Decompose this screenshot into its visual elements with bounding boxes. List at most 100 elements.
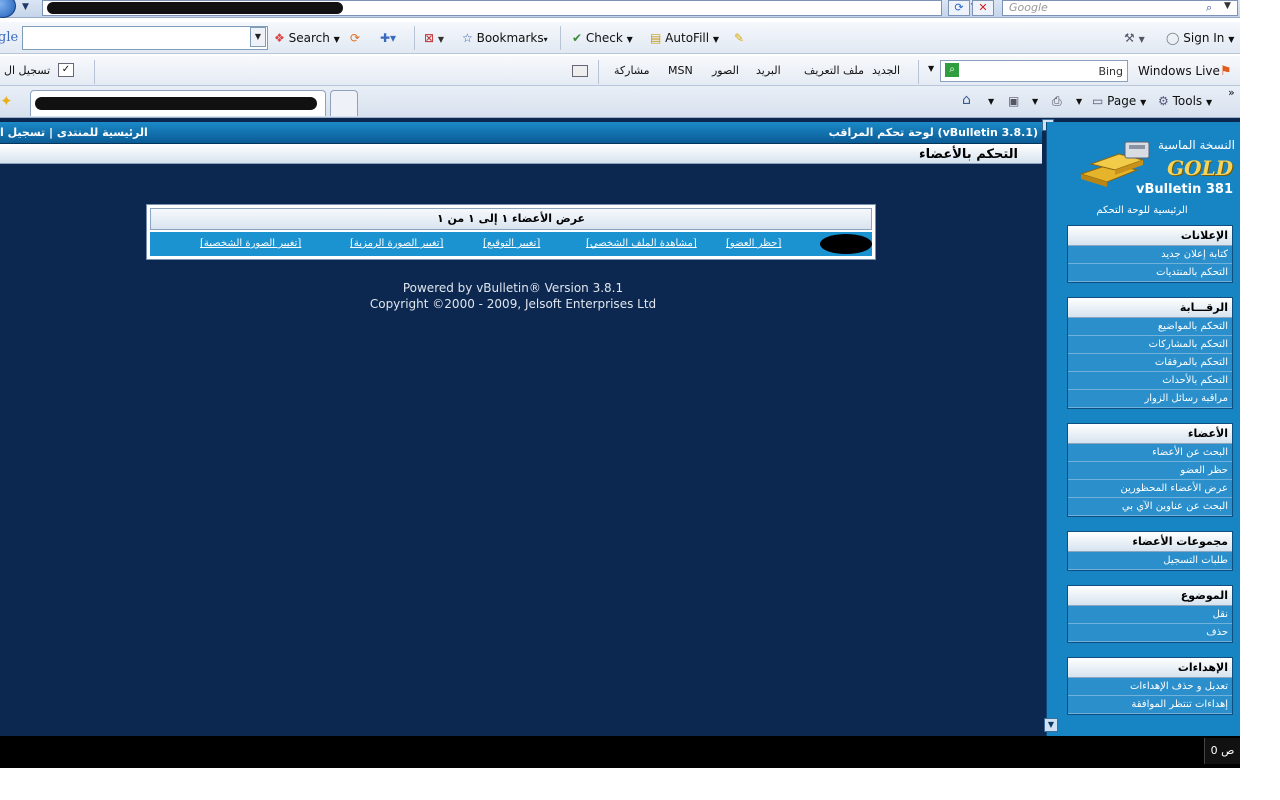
tools-menu-button[interactable]: ⚙ Tools ▼ bbox=[1158, 94, 1212, 108]
dropdown-icon: ▼ bbox=[333, 35, 340, 44]
home-dropdown-icon[interactable]: ▼ bbox=[988, 97, 994, 106]
sidebar-item-pending-dedications[interactable]: إهداءات تنتظر الموافقة bbox=[1068, 696, 1232, 714]
checkbox-icon[interactable]: ✓ bbox=[58, 63, 74, 77]
redacted-username bbox=[820, 234, 872, 254]
view-profile-link[interactable]: [مشاهدة الملف الشخصي] bbox=[586, 238, 697, 249]
change-avatar-link[interactable]: [تغيير الصورة الرمزية] bbox=[350, 238, 443, 249]
sidebar-item-move[interactable]: نقل bbox=[1068, 606, 1232, 624]
print-icon[interactable]: ⎙ bbox=[1052, 94, 1062, 109]
sidebar-item-banned-users[interactable]: عرض الأعضاء المحظورين bbox=[1068, 480, 1232, 498]
search-people-icon: ❖ bbox=[274, 31, 285, 45]
sidebar-item-manage-events[interactable]: التحكم بالأحداث bbox=[1068, 372, 1232, 390]
address-bar: ▼ ▼ ⟳ ✕ Google ⌕ ▼ bbox=[0, 0, 1240, 18]
sidebar-item-ban-user[interactable]: حظر العضو bbox=[1068, 462, 1232, 480]
sidebar-group-title[interactable]: مجموعات الأعضاء bbox=[1068, 532, 1232, 552]
live-link-mail[interactable]: البريد bbox=[756, 64, 781, 77]
sidebar-group-title[interactable]: الإعلانات bbox=[1068, 226, 1232, 246]
spell-check-icon: ✔ bbox=[572, 31, 583, 45]
sidebar-item-manage-forums[interactable]: التحكم بالمنتديات bbox=[1068, 264, 1232, 282]
highlighter-icon[interactable]: ✎ bbox=[734, 31, 744, 45]
google-search-dropdown-icon[interactable]: ▼ bbox=[250, 27, 266, 47]
vbulletin-gold-logo: النسخة الماسية GOLD vBulletin 381 bbox=[1071, 126, 1239, 202]
toolbar-separator bbox=[94, 60, 95, 84]
sidebar-item-new-announcement[interactable]: كتابة إعلان جديد bbox=[1068, 246, 1232, 264]
sign-in-button[interactable]: ◯ Sign In ▼ bbox=[1166, 31, 1234, 45]
chevron-more-icon[interactable]: » bbox=[1228, 86, 1235, 99]
sidebar-item-manage-attachments[interactable]: التحكم بالمرفقات bbox=[1068, 354, 1232, 372]
autofill-button[interactable]: ▤ AutoFill ▼ bbox=[650, 31, 719, 45]
bing-dropdown-icon[interactable]: ▼ bbox=[928, 64, 934, 73]
cp-home-link[interactable]: الرئيسية للوحة التحكم bbox=[1052, 205, 1232, 216]
wrench-icon[interactable]: ⚒ ▼ bbox=[1124, 31, 1145, 45]
sidebar-item-join-requests[interactable]: طلبات التسجيل bbox=[1068, 552, 1232, 570]
gear-icon: ⚙ bbox=[1158, 94, 1169, 108]
ban-user-link[interactable]: [حظر العضو] bbox=[726, 238, 781, 249]
new-tab-button[interactable] bbox=[330, 90, 358, 116]
url-input[interactable]: ▼ bbox=[42, 0, 978, 16]
toolbar-separator bbox=[598, 60, 599, 84]
active-tab[interactable] bbox=[30, 90, 326, 116]
sidebar-group-title[interactable]: الأعضاء bbox=[1068, 424, 1232, 444]
results-table: عرض الأعضاء ١ إلى ١ من ١ [حظر العضو] [مش… bbox=[146, 204, 876, 260]
change-signature-link[interactable]: [تغيير التوقيع] bbox=[483, 238, 540, 249]
results-header: عرض الأعضاء ١ إلى ١ من ١ bbox=[150, 208, 872, 230]
favorites-star-icon[interactable]: ✦ bbox=[0, 92, 13, 110]
sidebar-item-manage-posts[interactable]: التحكم بالمشاركات bbox=[1068, 336, 1232, 354]
live-link-msn[interactable]: MSN bbox=[668, 64, 693, 77]
google-search-button[interactable]: ❖ Search ▼ bbox=[274, 31, 340, 45]
sidebar-item-manage-threads[interactable]: التحكم بالمواضيع bbox=[1068, 318, 1232, 336]
sidebar-group-title[interactable]: الإهداءات bbox=[1068, 658, 1232, 678]
live-link-photos[interactable]: الصور bbox=[712, 64, 739, 77]
change-profile-picture-link[interactable]: [تغيير الصورة الشخصية] bbox=[200, 238, 301, 249]
powered-line-1: Powered by vBulletin® Version 3.8.1 bbox=[402, 281, 624, 295]
share-icon[interactable] bbox=[572, 65, 588, 77]
web-search-input[interactable]: Google bbox=[1002, 0, 1238, 16]
bing-search-icon[interactable]: ⌕ bbox=[945, 63, 959, 77]
popup-blocker-icon[interactable]: ⊠ ▼ bbox=[424, 31, 444, 45]
plus-icon[interactable]: ✚▾ bbox=[380, 31, 396, 45]
page-icon: ▭ bbox=[1092, 94, 1104, 108]
register-link[interactable]: تسجيل ال bbox=[4, 64, 50, 77]
sidebar-item-delete[interactable]: حذف bbox=[1068, 624, 1232, 642]
live-link-share[interactable]: مشاركة bbox=[614, 64, 650, 77]
sidebar-group-title[interactable]: الرقـــابة bbox=[1068, 298, 1232, 318]
bookmarks-button[interactable]: ☆ Bookmarks▾ bbox=[462, 31, 548, 45]
sidebar-group-title[interactable]: الموضوع bbox=[1068, 586, 1232, 606]
back-button[interactable] bbox=[0, 0, 16, 18]
vbulletin-page: الرئيسية للمنتدى | تسجيل ا لوحة تحكم الم… bbox=[0, 118, 1240, 736]
google-search-label: Search bbox=[288, 31, 330, 45]
search-dropdown-icon[interactable]: ▼ bbox=[1224, 1, 1231, 11]
sidebar-item-edit-dedications[interactable]: تعديل و حذف الإهداءات bbox=[1068, 678, 1232, 696]
star-icon: ☆ bbox=[462, 31, 473, 45]
autofill-label: AutoFill bbox=[665, 31, 710, 45]
google-logo: gle bbox=[0, 30, 19, 45]
page-menu-button[interactable]: ▭ Page ▼ bbox=[1092, 94, 1146, 108]
history-dropdown-icon[interactable]: ▼ bbox=[22, 2, 36, 16]
taskbar: ص 0 bbox=[0, 736, 1240, 768]
screen: ▼ ▼ ⟳ ✕ Google ⌕ ▼ gle ▼ ❖ Search ▼ ⟳ ✚▾… bbox=[0, 0, 1280, 800]
stop-button[interactable]: ✕ bbox=[972, 0, 994, 16]
pagerank-icon[interactable]: ⟳ bbox=[350, 31, 360, 45]
windows-live-label[interactable]: Windows Live bbox=[1138, 64, 1220, 78]
redacted-url bbox=[47, 2, 343, 14]
google-search-input[interactable] bbox=[22, 26, 268, 50]
print-dropdown-icon[interactable]: ▼ bbox=[1076, 97, 1082, 106]
home-icon[interactable]: ⌂ bbox=[962, 92, 971, 108]
scroll-down-icon[interactable]: ▼ bbox=[1044, 718, 1058, 732]
live-link-new[interactable]: الجديد bbox=[872, 64, 900, 77]
live-link-profile[interactable]: ملف التعريف bbox=[804, 64, 864, 77]
spell-check-button[interactable]: ✔ Check ▼ bbox=[572, 31, 633, 45]
search-icon[interactable]: ⌕ bbox=[1206, 1, 1212, 15]
bing-search-input[interactable]: ⌕ Bing bbox=[940, 60, 1128, 82]
taskbar-clock: ص 0 bbox=[1204, 738, 1240, 764]
sidebar-item-search-ip[interactable]: البحث عن عناوين الآي بي bbox=[1068, 498, 1232, 516]
sidebar-item-search-members[interactable]: البحث عن الأعضاء bbox=[1068, 444, 1232, 462]
forum-home-links[interactable]: الرئيسية للمنتدى | تسجيل ا bbox=[0, 126, 148, 139]
feeds-dropdown-icon[interactable]: ▼ bbox=[1032, 97, 1038, 106]
sidebar-item-visitor-messages[interactable]: مراقبة رسائل الزوار bbox=[1068, 390, 1232, 408]
autofill-icon: ▤ bbox=[650, 31, 662, 45]
refresh-button[interactable]: ⟳ bbox=[948, 0, 970, 16]
sidebar-group-usergroups: مجموعات الأعضاء طلبات التسجيل bbox=[1067, 531, 1233, 571]
logo-gold-text: GOLD bbox=[1167, 156, 1233, 180]
feeds-icon[interactable]: ▣ bbox=[1008, 94, 1019, 108]
